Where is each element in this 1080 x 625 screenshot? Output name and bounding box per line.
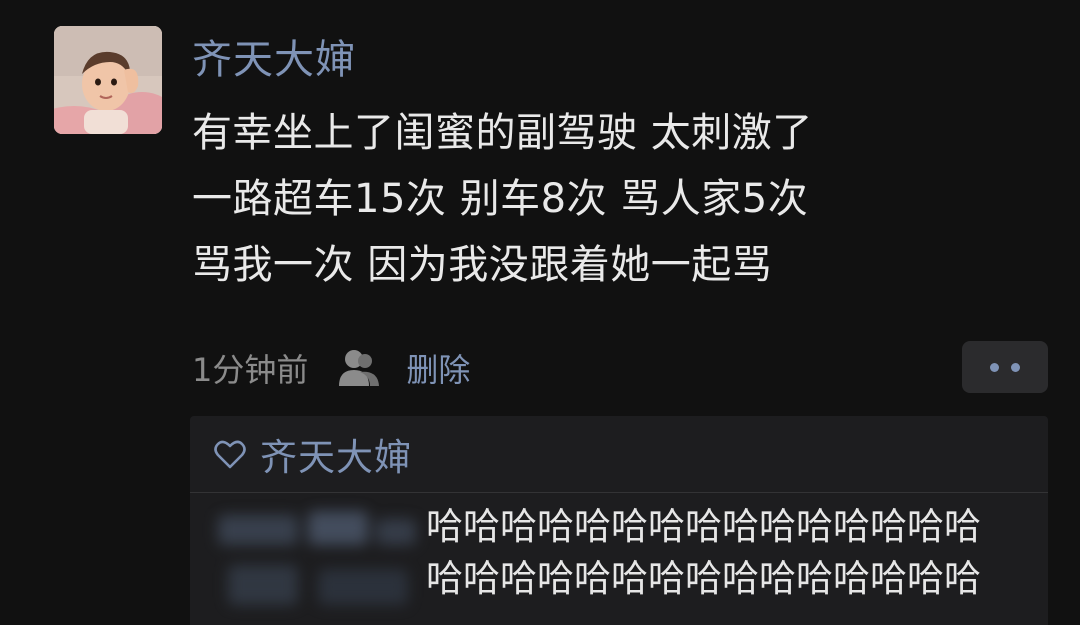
more-dots-icon (1011, 362, 1020, 372)
person-icon[interactable] (338, 348, 380, 388)
post-author[interactable]: 齐天大婶 (192, 32, 356, 88)
avatar-photo (54, 26, 162, 134)
more-button[interactable] (962, 341, 1048, 393)
comment-text: 哈哈哈哈哈哈哈哈哈哈哈哈哈哈哈 哈哈哈哈哈哈哈哈哈哈哈哈哈哈哈 (426, 501, 1026, 605)
comment-item[interactable]: 哈哈哈哈哈哈哈哈哈哈哈哈哈哈哈 哈哈哈哈哈哈哈哈哈哈哈哈哈哈哈 (190, 493, 1048, 625)
more-dots-icon (990, 362, 999, 372)
post-line: 一路超车15次 别车8次 骂人家5次 (192, 176, 809, 222)
interaction-panel: 齐天大婶 哈哈哈哈哈哈哈哈哈哈哈哈哈哈哈 哈哈哈哈哈哈哈哈哈哈哈哈哈哈哈 (190, 416, 1048, 625)
comment-line: 哈哈哈哈哈哈哈哈哈哈哈哈哈哈哈 (426, 557, 981, 600)
post-line: 骂我一次 因为我没跟着她一起骂 (192, 242, 773, 288)
heart-icon (214, 439, 246, 469)
post-content: 有幸坐上了闺蜜的副驾驶 太刺激了 一路超车15次 别车8次 骂人家5次 骂我一次… (192, 100, 1052, 298)
liker-name[interactable]: 齐天大婶 (260, 427, 412, 481)
post-line: 有幸坐上了闺蜜的副驾驶 太刺激了 (192, 110, 813, 156)
post-time: 1分钟前 (192, 351, 309, 389)
blurred-region (208, 505, 428, 625)
comment-line: 哈哈哈哈哈哈哈哈哈哈哈哈哈哈哈 (426, 505, 981, 548)
likes-row: 齐天大婶 (190, 416, 1048, 493)
delete-link[interactable]: 删除 (406, 345, 470, 391)
avatar[interactable] (54, 26, 162, 134)
post-meta: 1分钟前 删除 (192, 342, 470, 394)
